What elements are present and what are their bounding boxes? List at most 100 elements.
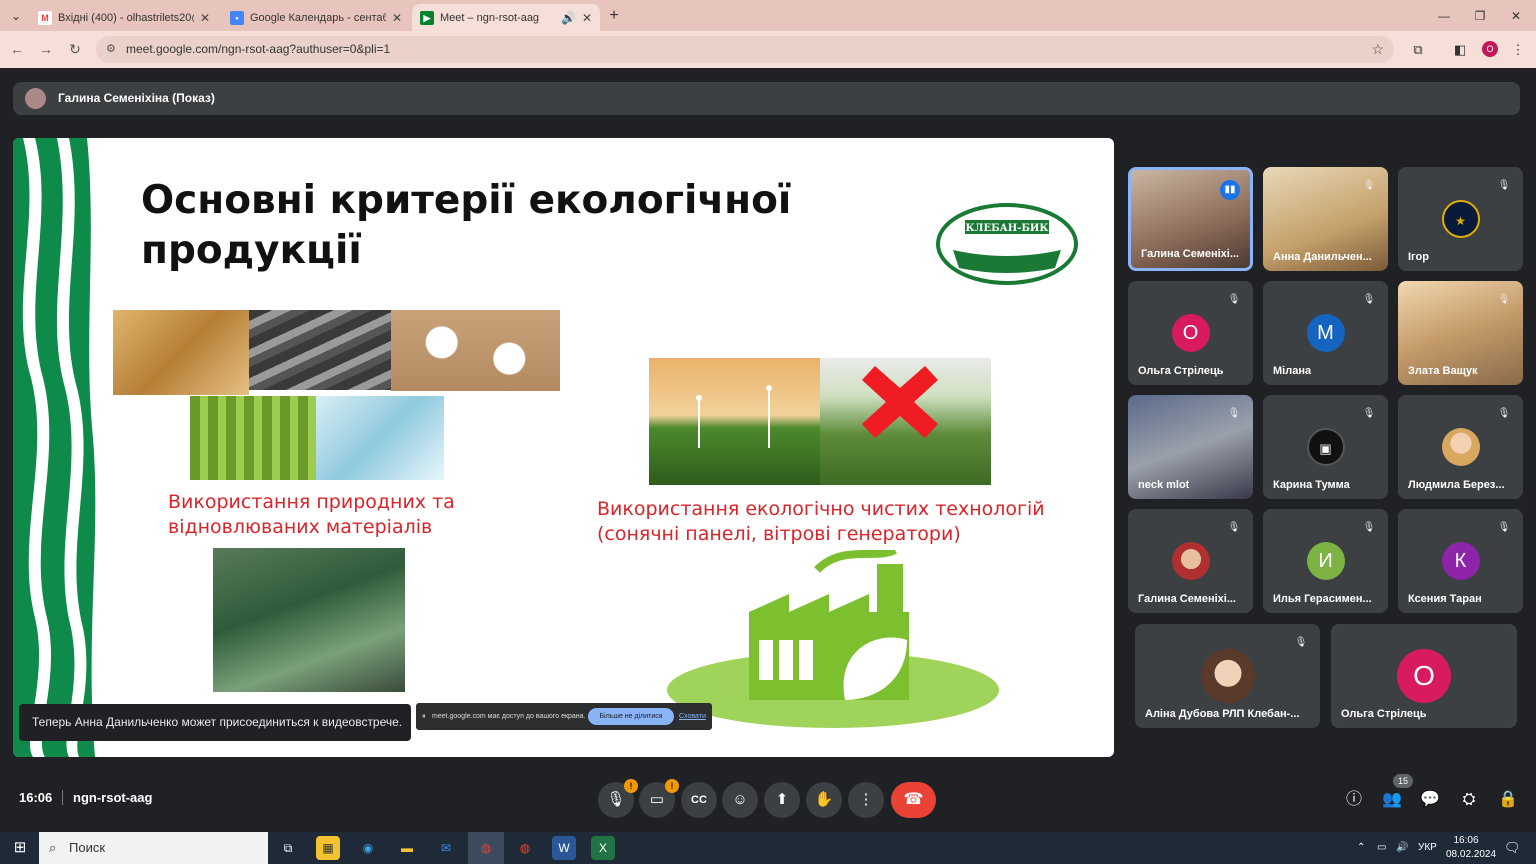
people-button[interactable]: 👥 [1381,789,1403,811]
meeting-code: ngn-rsot-aag [62,790,152,805]
warning-icon: ! [624,779,638,793]
taskbar-time: 16:06 [1453,835,1479,846]
close-icon[interactable]: ✕ [392,11,402,25]
participant-tile[interactable]: 🎙︎ Галина Семеніхі... [1128,509,1253,613]
speaker-icon[interactable]: 🔊 [561,11,576,25]
reload-icon[interactable]: ↻ [66,40,84,58]
url-field[interactable]: ⚙ meet.google.com/ngn-rsot-aag?authuser=… [96,36,1394,63]
store-icon[interactable]: ▦ [316,836,340,860]
windows-taskbar: ⊞ ⌕ Поиск ⧉ ▦ ◉ ▬ ✉ ◍ ◍ W X ⌃ ▭ 🔊 УКР 16… [0,832,1536,864]
taskbar-clock[interactable]: 16:06 08.02.2024 [1446,834,1496,862]
participant-tile-self[interactable]: О Ольга Стрілець [1331,624,1517,728]
participant-tile[interactable]: 🎙︎ Злата Ващук [1398,281,1523,385]
participant-tile[interactable]: 🎙︎ И Илья Герасимен... [1263,509,1388,613]
mic-off-icon: 🎙︎ [1497,408,1511,419]
tab-title: Google Календарь - сентабрь [250,11,386,24]
search-icon: ⌕ [49,840,57,855]
minimize-button[interactable]: — [1424,6,1464,26]
hide-share-bar-link[interactable]: Сховати [679,703,706,730]
sidepanel-icon[interactable]: ◧ [1451,41,1469,59]
microphone-button[interactable]: 🎙︎! [598,779,638,818]
raise-hand-button[interactable]: ✋ [806,782,842,818]
profile-avatar[interactable]: O [1482,41,1498,57]
participant-avatar [1441,428,1480,466]
participant-tile[interactable]: 🎙︎ ★ Ігор [1398,167,1523,271]
mail-icon[interactable]: ✉ [434,836,458,860]
tab-search-icon[interactable]: ⌄ [6,6,26,26]
menu-kebab-icon[interactable]: ⋮ [1509,41,1527,59]
file-explorer-icon[interactable]: ▬ [395,836,419,860]
present-button[interactable]: ⬆ [764,782,800,818]
tab-meet[interactable]: ▶ Meet – ngn-rsot-aag 🔊 ✕ [412,4,600,31]
participant-tile[interactable]: 🎙︎ ▣ Карина Тумма [1263,395,1388,499]
bookmark-star-icon[interactable]: ☆ [1371,36,1384,63]
stop-sharing-button[interactable]: Більше не ділитися [588,708,674,725]
meet-icon: ▶ [420,10,434,25]
leave-call-button[interactable]: ☎ [891,782,936,818]
participant-name: Галина Семеніхі... [1138,593,1236,605]
windows-start-icon[interactable]: ⊞ [8,836,32,860]
mic-off-icon: 🎙︎ [1362,294,1376,305]
slide-title: Основні критерії екологічної продукції [141,178,792,273]
tab-title: Meet – ngn-rsot-aag [440,11,540,24]
volume-icon[interactable]: 🔊 [1396,832,1408,864]
speaking-indicator-icon: ▮▮ [1220,180,1240,200]
participant-tile[interactable]: 🎙︎ Аліна Дубова РЛП Клебан-... [1135,624,1320,728]
participant-tile[interactable]: 🎙︎ О Ольга Стрілець [1128,281,1253,385]
camera-button[interactable]: ▭! [639,779,679,818]
participant-tile[interactable]: 🎙︎ neck mlot [1128,395,1253,499]
close-window-button[interactable]: ✕ [1496,6,1536,26]
wind-solar-image [649,358,820,485]
network-icon[interactable]: ▭ [1377,832,1386,864]
chat-icon: 💬 [1420,791,1440,808]
extensions-icon[interactable]: ⧉ [1409,41,1427,59]
close-icon[interactable]: ✕ [582,11,592,25]
new-tab-button[interactable]: + [604,6,624,26]
participant-tile[interactable]: 🎙︎ Людмила Берез... [1398,395,1523,499]
camera-off-icon: ▭ [649,791,665,808]
kleban-byk-logo: КЛЕБАН-БИК [936,203,1078,285]
reactions-button[interactable]: ☺ [722,782,758,818]
participant-tile[interactable]: ▮▮ Галина Семеніхі... [1128,167,1253,271]
restore-button[interactable]: ❐ [1460,6,1500,26]
chrome-icon[interactable]: ◍ [468,832,504,864]
tab-gmail[interactable]: M Вхідні (400) - olhastrilets20@g ✕ [30,4,218,31]
wood-image [113,310,249,395]
notifications-icon[interactable]: 🗨 [1504,832,1521,864]
word-icon[interactable]: W [552,836,576,860]
edge-icon[interactable]: ◉ [356,836,380,860]
tray-chevron-icon[interactable]: ⌃ [1357,832,1365,864]
close-icon[interactable]: ✕ [200,11,210,25]
taskbar-search-text: Поиск [69,840,106,855]
excel-icon[interactable]: X [591,836,615,860]
address-bar: ← → ↻ ⚙ meet.google.com/ngn-rsot-aag?aut… [0,31,1536,68]
pesticide-spraying-image [820,358,991,485]
lock-person-icon: 🔒 [1498,791,1518,808]
chrome-profile-icon[interactable]: ◍ [513,836,537,860]
bamboo-image [190,396,316,480]
participant-tile[interactable]: 🎙︎ К Ксения Таран [1398,509,1523,613]
captions-button[interactable]: CC [681,782,717,818]
participant-name: Илья Герасимен... [1273,593,1372,605]
task-view-icon[interactable]: ⧉ [276,836,300,860]
mic-off-icon: 🎙︎ [1362,180,1376,191]
activities-button[interactable]: ⛭ [1458,789,1480,811]
meeting-details-button[interactable]: ⓘ [1343,789,1365,811]
host-controls-button[interactable]: 🔒 [1497,789,1519,811]
taskbar-search[interactable]: ⌕ Поиск [39,832,268,864]
share-bar-text: meet.google.com має доступ до вашого екр… [432,713,586,720]
tab-calendar[interactable]: ▪ Google Календарь - сентабрь ✕ [222,4,410,31]
present-screen-icon: ⬆ [775,791,789,808]
participant-tile[interactable]: 🎙︎ Анна Данильчен... [1263,167,1388,271]
chat-button[interactable]: 💬 [1419,789,1441,811]
forward-icon[interactable]: → [37,40,55,58]
input-language[interactable]: УКР [1418,832,1437,864]
more-options-button[interactable]: ⋮ [848,782,884,818]
calendar-icon: ▪ [230,10,244,25]
site-info-icon[interactable]: ⚙ [106,36,116,63]
back-icon[interactable]: ← [8,40,26,58]
mic-off-icon: 🎙︎ [1497,522,1511,533]
participant-avatar: ★ [1441,200,1480,238]
participant-tile[interactable]: 🎙︎ М Мілана [1263,281,1388,385]
url-text: meet.google.com/ngn-rsot-aag?authuser=0&… [126,42,391,56]
